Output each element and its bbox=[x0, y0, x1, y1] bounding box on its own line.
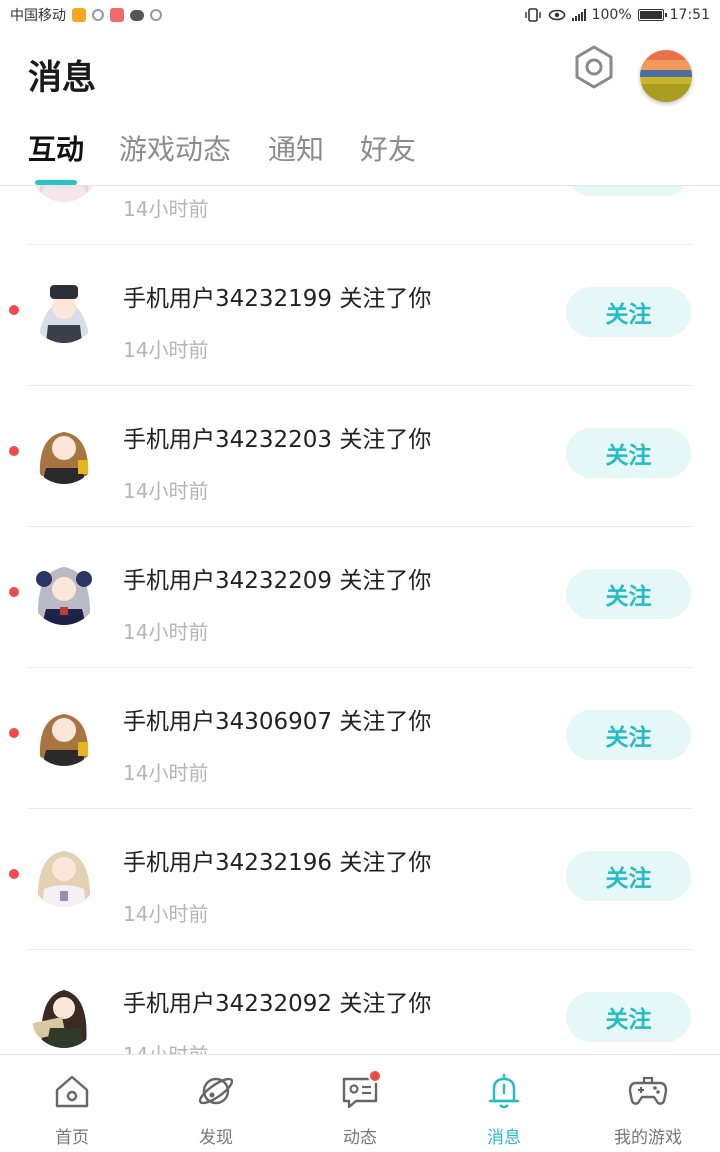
avatar[interactable] bbox=[30, 839, 98, 907]
gear-icon bbox=[575, 45, 613, 89]
tab-game-updates[interactable]: 游戏动态 bbox=[119, 128, 231, 168]
status-right: 100% 17:51 bbox=[524, 7, 710, 23]
nav-label: 发现 bbox=[199, 1128, 233, 1148]
settings-button[interactable] bbox=[572, 44, 616, 90]
unread-dot bbox=[9, 587, 19, 597]
follow-button[interactable]: 关注 bbox=[566, 569, 691, 619]
tab-interaction[interactable]: 互动 bbox=[28, 128, 84, 168]
notification-time: 14小时前 bbox=[123, 902, 209, 926]
list-item[interactable]: 手机用户34232209 关注了你 14小时前 关注 bbox=[0, 527, 720, 668]
list-item[interactable]: 14小时前 关注 bbox=[0, 186, 720, 245]
follow-button[interactable]: 关注 bbox=[566, 186, 691, 196]
nav-label: 动态 bbox=[343, 1128, 377, 1148]
nav-discover[interactable]: 发现 bbox=[144, 1055, 288, 1152]
list-item[interactable]: 手机用户34232196 关注了你 14小时前 关注 bbox=[0, 809, 720, 950]
user-avatar[interactable] bbox=[640, 50, 692, 102]
nav-label: 我的游戏 bbox=[614, 1128, 682, 1148]
message-bubble-icon bbox=[130, 9, 144, 21]
bottom-nav: 首页 发现 动态 消息 我的游戏 bbox=[0, 1054, 720, 1152]
video-app-icon bbox=[72, 8, 86, 22]
follow-button[interactable]: 关注 bbox=[566, 992, 691, 1042]
notification-message: 手机用户34232203 关注了你 bbox=[123, 427, 432, 453]
notification-time: 14小时前 bbox=[123, 197, 209, 221]
anime-avatar-icon bbox=[30, 275, 98, 343]
follow-button[interactable]: 关注 bbox=[566, 428, 691, 478]
nav-label: 首页 bbox=[55, 1128, 89, 1148]
notification-time: 14小时前 bbox=[123, 620, 209, 644]
notification-message: 手机用户34306907 关注了你 bbox=[123, 709, 432, 735]
avatar[interactable] bbox=[30, 186, 98, 202]
status-bar: 中国移动 100% 17:51 bbox=[0, 0, 720, 30]
follow-button[interactable]: 关注 bbox=[566, 710, 691, 760]
follow-button[interactable]: 关注 bbox=[566, 851, 691, 901]
nav-label: 消息 bbox=[487, 1128, 521, 1148]
gamepad-icon bbox=[628, 1076, 668, 1105]
anime-avatar-icon bbox=[30, 980, 98, 1048]
unread-dot bbox=[9, 728, 19, 738]
avatar[interactable] bbox=[30, 698, 98, 766]
unread-dot bbox=[9, 446, 19, 456]
notification-time: 14小时前 bbox=[123, 761, 209, 785]
vibrate-icon bbox=[524, 8, 541, 22]
home-icon bbox=[55, 1075, 89, 1108]
notification-list[interactable]: 14小时前 关注 手机用户34232199 关注了你 14小时前 关注 手机用户… bbox=[0, 186, 720, 1054]
list-item[interactable]: 手机用户34232203 关注了你 14小时前 关注 bbox=[0, 386, 720, 527]
anime-avatar-icon bbox=[30, 839, 98, 907]
notification-message: 手机用户34232196 关注了你 bbox=[123, 850, 432, 876]
clock: 17:51 bbox=[669, 7, 710, 23]
tab-notifications[interactable]: 通知 bbox=[268, 128, 324, 168]
landscape-avatar-icon bbox=[640, 50, 692, 102]
unread-dot bbox=[9, 305, 19, 315]
list-item[interactable]: 手机用户34306907 关注了你 14小时前 关注 bbox=[0, 668, 720, 809]
notification-message: 手机用户34232092 关注了你 bbox=[123, 991, 432, 1017]
notification-time: 14小时前 bbox=[123, 1039, 208, 1054]
status-left: 中国移动 bbox=[10, 5, 162, 25]
nav-messages[interactable]: 消息 bbox=[432, 1055, 576, 1152]
planet-icon bbox=[198, 1077, 234, 1105]
tab-bar: 互动 游戏动态 通知 好友 bbox=[0, 110, 720, 186]
battery-percent: 100% bbox=[591, 7, 632, 23]
tab-friends[interactable]: 好友 bbox=[360, 128, 416, 168]
eye-icon bbox=[548, 9, 565, 21]
notification-time: 14小时前 bbox=[123, 338, 209, 362]
active-tab-indicator bbox=[35, 180, 77, 185]
notification-badge bbox=[368, 1069, 382, 1083]
app-notification-icon bbox=[110, 8, 124, 22]
avatar[interactable] bbox=[30, 980, 98, 1048]
anime-avatar-icon bbox=[30, 698, 98, 766]
notification-message: 手机用户34232209 关注了你 bbox=[123, 568, 432, 594]
anime-avatar-icon bbox=[30, 186, 98, 202]
list-item[interactable]: 手机用户34232199 关注了你 14小时前 关注 bbox=[0, 245, 720, 386]
nav-feed[interactable]: 动态 bbox=[288, 1055, 432, 1152]
header: 消息 bbox=[0, 30, 720, 110]
avatar[interactable] bbox=[30, 275, 98, 343]
avatar[interactable] bbox=[30, 416, 98, 484]
signal-icon bbox=[571, 9, 586, 21]
battery-icon bbox=[637, 9, 667, 21]
list-item[interactable]: 手机用户34232092 关注了你 14小时前 关注 bbox=[0, 950, 720, 1054]
nav-my-games[interactable]: 我的游戏 bbox=[576, 1055, 720, 1152]
bell-icon bbox=[488, 1073, 520, 1109]
anime-avatar-icon bbox=[30, 416, 98, 484]
unread-dot bbox=[9, 869, 19, 879]
sync-icon bbox=[150, 9, 162, 21]
location-icon bbox=[92, 9, 104, 21]
page-title: 消息 bbox=[28, 58, 96, 98]
follow-button[interactable]: 关注 bbox=[566, 287, 691, 337]
avatar[interactable] bbox=[30, 557, 98, 625]
carrier-label: 中国移动 bbox=[10, 8, 66, 24]
notification-message: 手机用户34232199 关注了你 bbox=[123, 286, 432, 312]
nav-icon-wrap bbox=[340, 1069, 382, 1111]
nav-home[interactable]: 首页 bbox=[0, 1055, 144, 1152]
notification-time: 14小时前 bbox=[123, 479, 209, 503]
anime-avatar-icon bbox=[30, 557, 98, 625]
